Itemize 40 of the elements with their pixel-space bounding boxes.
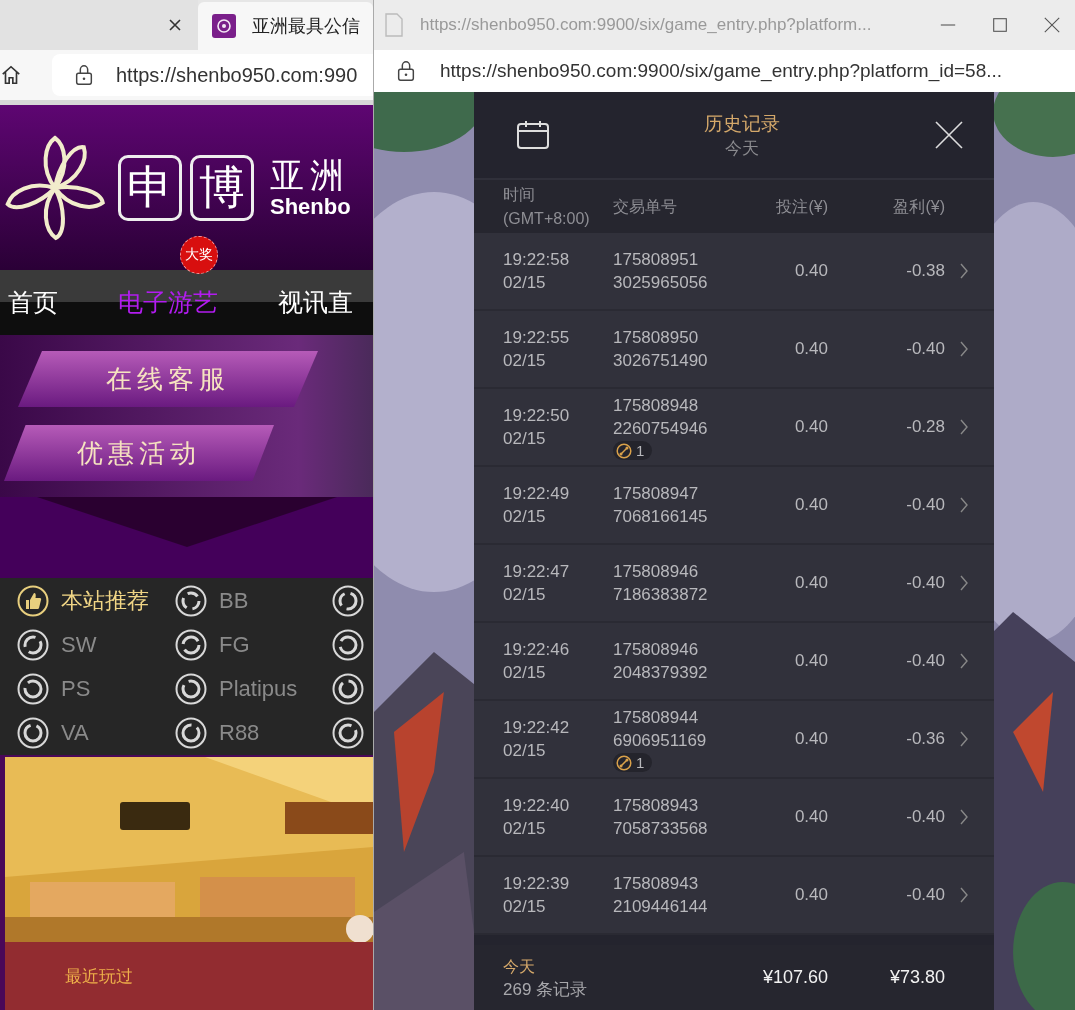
provider-logo-icon[interactable] [17, 672, 49, 705]
provider-link[interactable]: PS [61, 675, 91, 702]
provider-logo-icon[interactable] [175, 628, 207, 661]
home-icon[interactable] [0, 64, 22, 86]
provider-logo-icon[interactable] [17, 628, 49, 661]
browser-tab[interactable]: 亚洲最具公信 [198, 2, 373, 50]
provider-logo-icon[interactable] [17, 716, 49, 749]
provider-link[interactable]: Platipus [219, 675, 298, 702]
recently-played-label[interactable]: 最近玩过 [65, 964, 133, 988]
brand-name: Shenbo [270, 193, 351, 220]
brand-name: 亚洲 [270, 155, 351, 194]
close-icon[interactable] [168, 18, 182, 32]
nav-link[interactable]: 视讯直 [278, 288, 353, 316]
provider-logo-icon[interactable] [332, 672, 364, 705]
nav-link[interactable]: 电子游艺 [118, 288, 218, 316]
close-icon[interactable] [1043, 16, 1061, 34]
provider-link[interactable]: 本站推荐 [61, 585, 149, 616]
provider-link[interactable]: BB [219, 587, 249, 614]
provider-logo-icon[interactable] [332, 584, 364, 617]
provider-link[interactable]: R88 [219, 719, 260, 746]
provider-link[interactable]: VA [61, 719, 89, 746]
provider-logo-icon[interactable] [175, 584, 207, 617]
thumbs-up-icon[interactable] [17, 584, 49, 617]
page-icon [384, 13, 404, 37]
provider-link[interactable]: FG [219, 631, 250, 658]
provider-link[interactable]: SW [61, 631, 97, 658]
provider-logo-icon[interactable] [175, 716, 207, 749]
nav-link[interactable]: 首页 [8, 288, 58, 316]
promo-button[interactable]: 优惠活动 [4, 425, 274, 481]
logo-character: 博 [190, 154, 254, 221]
address-field[interactable]: https://shenbo950.com:990 [52, 54, 373, 96]
logo-character: 申 [118, 154, 182, 221]
lock-icon [74, 64, 94, 86]
maximize-icon[interactable] [991, 16, 1009, 34]
provider-logo-icon[interactable] [332, 716, 364, 749]
provider-logo-icon[interactable] [175, 672, 207, 705]
lock-icon [396, 60, 416, 82]
promo-button[interactable]: 在线客服 [18, 351, 318, 407]
window-title: https://shenbo950.com:9900/six/game_entry.php?platform... [420, 15, 873, 35]
provider-logo-icon[interactable] [332, 628, 364, 661]
